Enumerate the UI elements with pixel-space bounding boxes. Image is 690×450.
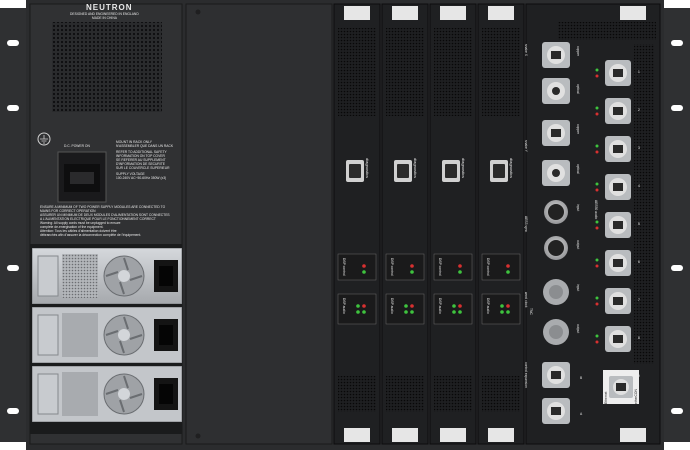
notice-line: 100-240V AC~50-60Hz 350W (x3): [116, 176, 167, 180]
aes50-number-3: 3: [638, 146, 640, 150]
copper-label-1: copper: [576, 46, 580, 57]
snake-x-optical-port[interactable]: [542, 78, 570, 104]
card-3-diagnostics-port[interactable]: [442, 160, 460, 182]
aes3-input-xlr[interactable]: [544, 200, 568, 224]
card-3-diagnostics-label: diagnostics: [461, 158, 466, 179]
tnc-label: TNC: [529, 308, 533, 315]
aes50-number-4: 4: [638, 184, 640, 188]
card-1-diagnostics-label: diagnostics: [365, 158, 370, 179]
snake-y-copper-port[interactable]: [542, 120, 570, 146]
aes50-number-6: 6: [638, 260, 640, 264]
psu-module-2[interactable]: [31, 306, 183, 364]
snake-y-label: snake Y: [524, 140, 528, 152]
card-2-diagnostics-label: diagnostics: [413, 158, 418, 179]
control-expansion-label: control expansion: [524, 362, 528, 388]
psu-module-3[interactable]: [31, 365, 183, 423]
snake-y-optical-port[interactable]: [542, 160, 570, 186]
optical-label-2: optical: [576, 164, 580, 174]
card-2-control-label: DSP control: [390, 258, 394, 276]
snake-x-copper-port[interactable]: [542, 42, 570, 68]
supply-warning: ENSURE A MINIMUM OF TWO POWER SUPPLY MOD…: [40, 205, 180, 237]
aes50-audio-label: AES50 audio: [594, 200, 598, 220]
aes3-output-label: output: [576, 240, 580, 250]
ethercon-label: etherCON: [634, 389, 638, 404]
wc-output-label: output: [576, 324, 580, 334]
ethernet-port[interactable]: [609, 376, 633, 398]
card-3-audio-label: DSP audio: [438, 298, 442, 314]
control-expansion-b-port[interactable]: [542, 362, 570, 388]
aes50-number-8: 8: [638, 336, 640, 340]
aes50-number-1: 1: [638, 70, 640, 74]
rack-ear-right: [664, 8, 690, 442]
power-label: D.C. POWER ON: [64, 144, 90, 148]
ethernet-label: Ethernet: [604, 391, 608, 404]
safety-notice: MOUNT IN RACK ONLY N'ASSEMBLER QUE DANS …: [116, 140, 178, 180]
rack-ear-left: [0, 8, 26, 442]
power-switch[interactable]: [64, 164, 100, 192]
card-1-diagnostics-port[interactable]: [346, 160, 364, 182]
warning-line: débranchés afin d'assurer la déconnectio…: [40, 233, 142, 237]
copper-label-2: copper: [576, 124, 580, 135]
psu-module-1[interactable]: [31, 247, 183, 305]
card-4-diagnostics-port[interactable]: [490, 160, 508, 182]
port-b-label: B: [580, 376, 583, 380]
snake-x-label: snake X: [524, 44, 528, 56]
card-2-diagnostics-port[interactable]: [394, 160, 412, 182]
word-clock-label: word clock: [524, 292, 528, 308]
card-1-control-label: DSP control: [342, 258, 346, 276]
wc-input-label: input: [576, 284, 580, 292]
brand-sub-2: MADE IN CHINA: [92, 16, 117, 20]
notice-line: N'ASSEMBLER QUE DANS UN RACK: [116, 144, 174, 148]
card-1-audio-label: DSP audio: [342, 298, 346, 314]
aes50-number-9: 9: [638, 374, 640, 378]
aes50-number-5: 5: [638, 222, 640, 226]
aes50-number-7: 7: [638, 298, 640, 302]
optical-label-1: optical: [576, 84, 580, 94]
brand-logo: NEUTRON: [86, 3, 133, 12]
word-clock-input-bnc[interactable]: [543, 279, 569, 305]
card-3-control-label: DSP control: [438, 258, 442, 276]
fan-vent: [52, 22, 162, 112]
word-clock-output-bnc[interactable]: [543, 319, 569, 345]
notice-line: SUR LE COUVERCLE SUPERIEUR: [116, 166, 170, 170]
aes3-sync-label: AES3 sync: [524, 216, 528, 233]
aes50-number-2: 2: [638, 108, 640, 112]
card-4-diagnostics-label: diagnostics: [509, 158, 514, 179]
card-2-audio-label: DSP audio: [390, 298, 394, 314]
control-expansion-a-port[interactable]: [542, 398, 570, 424]
port-a-label: A: [580, 412, 583, 416]
card-4-audio-label: DSP audio: [486, 298, 490, 314]
aes3-input-label: input: [576, 204, 580, 212]
aes3-output-xlr[interactable]: [544, 236, 568, 260]
card-4-control-label: DSP control: [486, 258, 490, 276]
